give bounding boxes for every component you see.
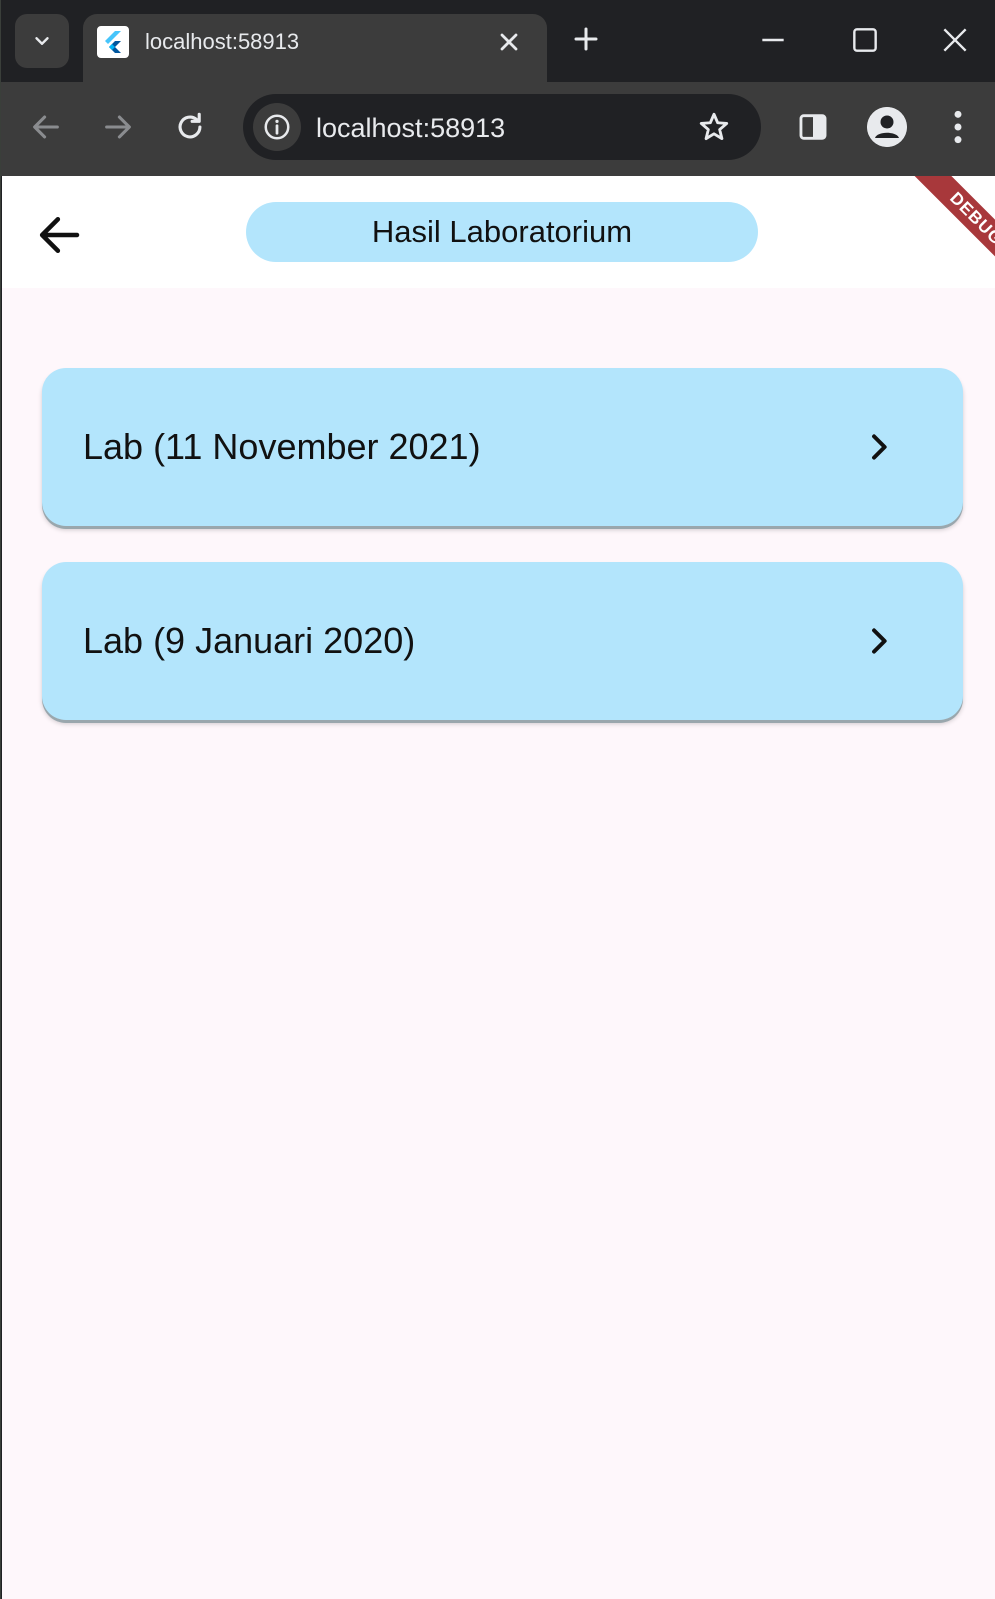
tab-search-button[interactable] [15, 14, 69, 68]
side-panel-icon[interactable] [796, 110, 830, 144]
active-tab[interactable]: localhost:58913 [83, 14, 547, 82]
chevron-right-icon [872, 628, 887, 654]
page-title: Hasil Laboratorium [371, 214, 633, 249]
star-icon[interactable] [697, 110, 731, 144]
maximize-icon[interactable] [849, 24, 881, 56]
browser-toolbar: localhost:58913 [1, 82, 995, 176]
arrow-right-icon[interactable] [101, 110, 135, 144]
tab-title: localhost:58913 [145, 29, 300, 54]
account-icon[interactable] [867, 107, 907, 147]
address-bar[interactable]: localhost:58913 [243, 94, 761, 160]
lab-result-card[interactable]: Lab (11 November 2021) [42, 368, 963, 526]
chevron-right-icon [872, 434, 887, 460]
lab-result-label: Lab (9 Januari 2020) [83, 620, 416, 661]
window-close-icon[interactable] [939, 24, 971, 56]
more-vert-icon[interactable] [945, 108, 971, 146]
arrow-left-icon[interactable] [32, 208, 86, 262]
reload-icon[interactable] [173, 110, 207, 144]
flutter-logo-icon [97, 26, 129, 58]
app-bar: Hasil Laboratorium [2, 176, 995, 288]
browser-window: localhost:58913 localhost:58913 Hasil La… [0, 0, 995, 1599]
page-viewport: Hasil Laboratorium Lab (11 November 2021… [2, 176, 995, 1599]
info-icon [264, 114, 290, 140]
tab-strip: localhost:58913 [1, 0, 995, 82]
lab-result-label: Lab (11 November 2021) [83, 426, 481, 467]
arrow-left-icon[interactable] [29, 110, 63, 144]
minimize-icon[interactable] [757, 24, 789, 56]
url-text: localhost:58913 [316, 113, 506, 143]
new-tab-plus-icon[interactable] [571, 24, 601, 54]
page-title-pill: Hasil Laboratorium [246, 202, 758, 262]
site-info-button[interactable] [253, 103, 301, 151]
close-icon[interactable] [495, 28, 523, 56]
chevron-down-icon [35, 37, 49, 45]
lab-result-card[interactable]: Lab (9 Januari 2020) [42, 562, 963, 720]
lab-result-list: Lab (11 November 2021) Lab (9 Januari 20… [42, 368, 963, 756]
